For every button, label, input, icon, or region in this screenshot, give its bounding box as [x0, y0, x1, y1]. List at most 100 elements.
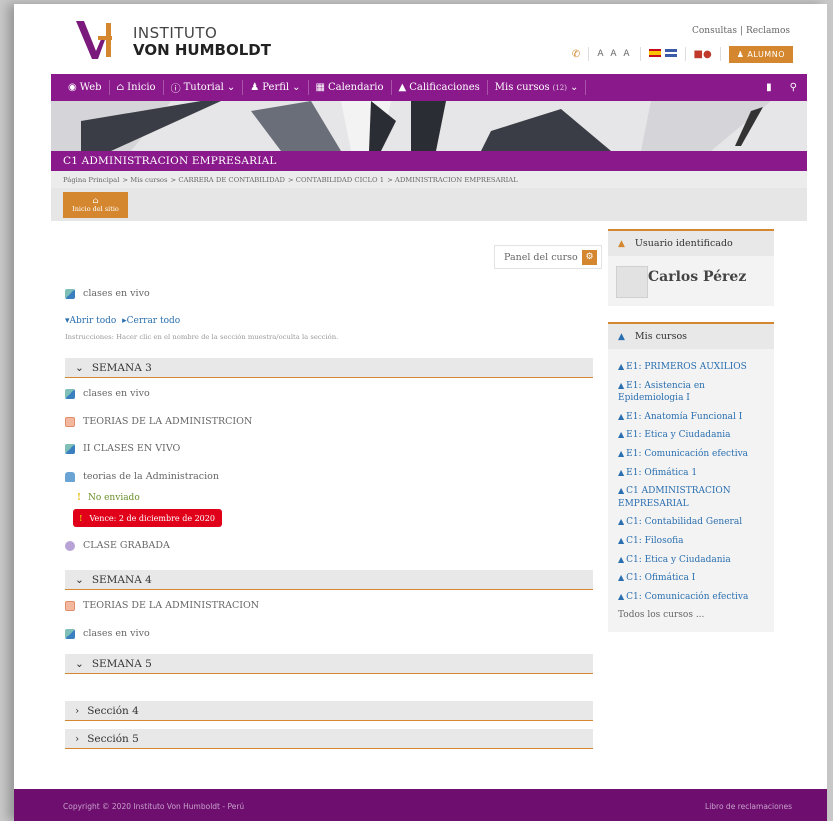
- section-header-semana-3[interactable]: ⌄ SEMANA 3: [65, 358, 593, 378]
- home-bar: ⌂ Inicio del sitio: [51, 188, 807, 221]
- course-link[interactable]: ▲ C1 ADMINISTRACION EMPRESARIAL: [618, 485, 766, 510]
- nav-label: Mis cursos: [494, 82, 550, 93]
- expand-all-link[interactable]: ▾Abrir todo: [65, 316, 116, 326]
- activity-label: II CLASES EN VIVO: [83, 443, 181, 454]
- section-title: SEMANA 4: [91, 573, 152, 586]
- alumno-button[interactable]: ♟ ALUMNO: [728, 45, 793, 63]
- user-block: ▲ Usuario identificado Carlos Pérez: [608, 229, 774, 306]
- course-panel-button[interactable]: Panel del curso ⚙: [494, 245, 602, 269]
- gear-icon[interactable]: ⚙: [582, 250, 597, 265]
- chat-icon[interactable]: ■●: [694, 49, 712, 60]
- top-links: Consultas | Reclamos: [689, 26, 793, 36]
- nav-tutorial[interactable]: ⓘ Tutorial ⌄: [164, 80, 244, 95]
- chevron-down-icon: ⌄: [75, 573, 84, 586]
- chevron-down-icon: ⌄: [570, 82, 579, 93]
- course-link[interactable]: ▲ E1: Anatomía Funcional I: [618, 411, 766, 424]
- nav-mis-cursos[interactable]: Mis cursos (12) ⌄: [488, 80, 587, 95]
- search-icon[interactable]: ⚲: [790, 82, 797, 93]
- nav-calificaciones[interactable]: ▲ Calificaciones: [392, 80, 488, 95]
- section-header-seccion-5[interactable]: › Sección 5: [65, 729, 593, 749]
- activity-label: TEORIAS DE LA ADMINISTRACION: [83, 600, 260, 611]
- chevron-down-icon: ⌄: [292, 82, 301, 93]
- all-courses-link[interactable]: Todos los cursos ...: [618, 609, 766, 622]
- copyright-text: Copyright © 2020 Instituto Von Humboldt …: [63, 802, 245, 811]
- activity-label: teorias de la Administracion: [83, 471, 219, 482]
- course-link[interactable]: ▲ C1: Contabilidad General: [618, 516, 766, 529]
- nav-label: Perfil: [262, 82, 290, 93]
- chevron-down-icon: ⌄: [75, 361, 84, 374]
- nav-perfil[interactable]: ♟ Perfil ⌄: [243, 80, 309, 95]
- activity-live-class[interactable]: clases en vivo: [65, 388, 150, 399]
- collapse-all-link[interactable]: ▸Cerrar todo: [122, 316, 180, 326]
- bookmark-icon[interactable]: ▮: [766, 82, 772, 93]
- nav-calendario[interactable]: ▦ Calendario: [309, 80, 392, 95]
- section-header-semana-5[interactable]: ⌄ SEMANA 5: [65, 654, 593, 674]
- course-title: C1 ADMINISTRACION EMPRESARIAL: [63, 155, 277, 167]
- course-panel-label: Panel del curso: [504, 251, 578, 263]
- section-header-semana-4[interactable]: ⌄ SEMANA 4: [65, 570, 593, 590]
- chevron-right-icon: ›: [75, 732, 80, 745]
- activity-document[interactable]: TEORIAS DE LA ADMINISTRACION: [65, 600, 259, 611]
- breadcrumb-item[interactable]: Página Principal: [63, 176, 119, 184]
- user-icon: ♟: [250, 82, 260, 93]
- graduation-cap-icon: ▲: [618, 380, 625, 390]
- course-link[interactable]: ▲ E1: Asistencia en Epidemiologia I: [618, 380, 766, 405]
- nav-label: Calendario: [327, 82, 384, 93]
- course-title-bar: C1 ADMINISTRACION EMPRESARIAL: [51, 151, 807, 171]
- flag-en-icon[interactable]: [664, 48, 677, 57]
- graduation-cap-icon: ▲: [618, 430, 625, 440]
- consultas-link[interactable]: Consultas: [689, 26, 740, 36]
- course-link[interactable]: ▲ C1: Comunicación efectiva: [618, 591, 766, 604]
- user-info: Carlos Pérez: [608, 256, 774, 306]
- section-title: Sección 4: [87, 704, 139, 717]
- avatar[interactable]: [616, 266, 648, 298]
- courses-block: ▲ Mis cursos ▲ E1: PRIMEROS AUXILIOS ▲ E1:…: [608, 322, 774, 632]
- activity-live-class[interactable]: clases en vivo: [65, 288, 150, 299]
- course-link[interactable]: ▲ E1: Ofimática 1: [618, 467, 766, 480]
- activity-live-class[interactable]: clases en vivo: [65, 628, 150, 639]
- home-site-button[interactable]: ⌂ Inicio del sitio: [63, 192, 128, 218]
- graduation-cap-icon: ▲: [618, 573, 625, 583]
- breadcrumb-item[interactable]: > CARRERA DE CONTABILIDAD: [171, 176, 285, 184]
- nav-web[interactable]: ◉ Web: [61, 80, 110, 95]
- reclamos-link[interactable]: Reclamos: [743, 26, 793, 36]
- language-selector[interactable]: [648, 48, 677, 60]
- course-link[interactable]: ▲ E1: PRIMEROS AUXILIOS: [618, 361, 766, 374]
- divider: [639, 47, 641, 61]
- course-link[interactable]: ▲ C1: Etica y Ciudadania: [618, 554, 766, 567]
- font-size-control[interactable]: A A A: [597, 49, 631, 59]
- course-link[interactable]: ▲ C1: Ofimática I: [618, 572, 766, 585]
- breadcrumb-item[interactable]: > CONTABILIDAD CICLO 1: [288, 176, 384, 184]
- flag-es-icon[interactable]: [648, 48, 661, 57]
- nav-label: Tutorial: [183, 82, 224, 93]
- user-name[interactable]: Carlos Pérez: [648, 269, 746, 285]
- course-link[interactable]: ▲ E1: Comunicación efectiva: [618, 448, 766, 461]
- breadcrumb-item[interactable]: > Mis cursos: [122, 176, 167, 184]
- activity-label: CLASE GRABADA: [83, 540, 170, 551]
- activity-recording[interactable]: CLASE GRABADA: [65, 540, 170, 551]
- pin-icon: ▲: [618, 238, 625, 249]
- section-title: SEMANA 3: [91, 361, 152, 374]
- live-class-icon: [65, 288, 75, 299]
- breadcrumb-item[interactable]: > ADMINISTRACION EMPRESARIAL: [387, 176, 518, 184]
- activity-document[interactable]: TEORIAS DE LA ADMINISTRCION: [65, 416, 252, 427]
- chevron-right-icon: ›: [75, 704, 80, 717]
- course-link[interactable]: ▲ C1: Filosofia: [618, 535, 766, 548]
- activity-live-class[interactable]: II CLASES EN VIVO: [65, 443, 180, 454]
- activity-assignment[interactable]: teorias de la Administracion: [65, 471, 219, 482]
- section-header-seccion-4[interactable]: › Sección 4: [65, 701, 593, 721]
- courses-block-header: ▲ Mis cursos: [608, 322, 774, 349]
- nav-inicio[interactable]: ⌂ Inicio: [110, 80, 164, 95]
- phone-icon[interactable]: ✆: [572, 49, 580, 60]
- graduation-cap-icon: ▲: [618, 411, 625, 421]
- graduation-cap-icon: ▲: [618, 467, 625, 477]
- divider: [719, 47, 721, 61]
- course-link[interactable]: ▲ E1: Etica y Ciudadania: [618, 429, 766, 442]
- calendar-icon: ▦: [315, 82, 325, 93]
- graduation-cap-icon: ▲: [618, 362, 625, 371]
- logo-icon[interactable]: [76, 21, 118, 59]
- site-header: INSTITUTO VON HUMBOLDT Consultas | Reclamo…: [51, 4, 807, 74]
- graduation-cap-icon: ▲: [618, 486, 625, 496]
- main-nav: ◉ Web ⌂ Inicio ⓘ Tutorial ⌄ ♟ Perfil ⌄ ▦ Calend…: [51, 74, 807, 101]
- complaints-book-link[interactable]: Libro de reclamaciones: [705, 802, 792, 811]
